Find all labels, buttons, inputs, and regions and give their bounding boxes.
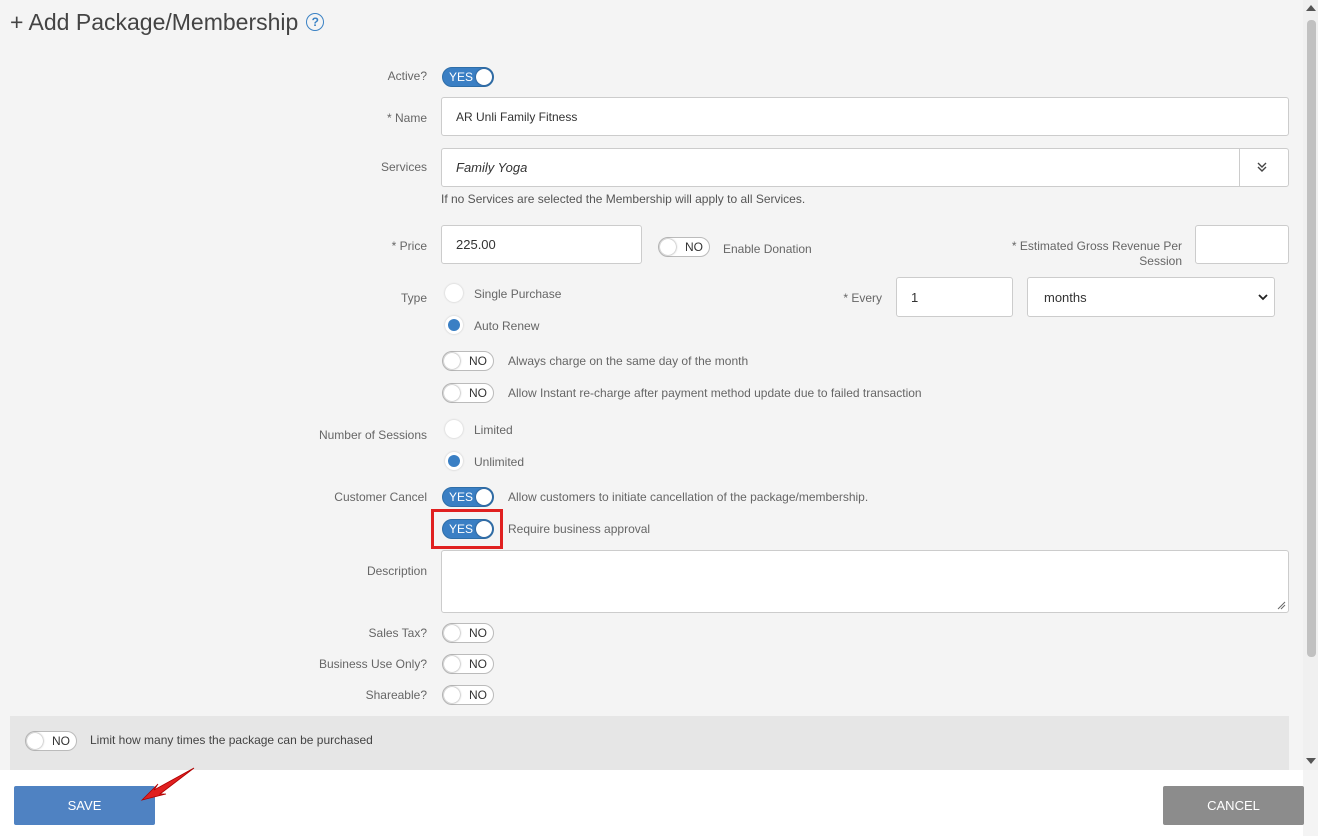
type-label: Type (400, 291, 427, 305)
instant-recharge-toggle-state: NO (469, 386, 487, 400)
shareable-toggle[interactable]: NO (442, 685, 494, 705)
page-title-text: + Add Package/Membership (10, 9, 299, 35)
active-toggle-state: YES (449, 70, 474, 84)
name-label: * Name (386, 111, 427, 125)
limit-toggle[interactable]: NO (25, 731, 77, 751)
every-input[interactable]: 1 (896, 277, 1013, 317)
business-use-label: Business Use Only? (318, 657, 427, 671)
toggle-knob (444, 625, 460, 641)
sales-tax-label: Sales Tax? (368, 626, 427, 640)
revenue-input[interactable] (1195, 225, 1289, 264)
active-toggle[interactable]: YES (442, 67, 494, 87)
scrollbar-thumb[interactable] (1307, 20, 1316, 657)
toggle-knob (444, 353, 460, 369)
save-button[interactable]: SAVE (14, 786, 155, 825)
help-circle-icon[interactable]: ? (306, 12, 325, 31)
donation-toggle[interactable]: NO (658, 237, 710, 257)
toggle-knob (27, 733, 43, 749)
period-select[interactable]: months (1027, 277, 1275, 317)
customer-cancel-text: Allow customers to initiate cancellation… (508, 490, 869, 504)
auto-renew-label: Auto Renew (474, 319, 540, 333)
single-purchase-label: Single Purchase (474, 287, 562, 301)
double-chevron-down-icon[interactable] (1255, 160, 1269, 174)
unlimited-label: Unlimited (474, 455, 525, 469)
toggle-knob (444, 687, 460, 703)
limit-label: Limit how many times the package can be … (90, 733, 373, 747)
business-use-toggle-state: NO (469, 657, 487, 671)
donation-label: Enable Donation (723, 242, 812, 256)
radio-limited[interactable] (445, 420, 463, 438)
description-textarea[interactable] (441, 550, 1289, 613)
revenue-label: * Estimated Gross Revenue Per Session (1011, 239, 1182, 268)
page-title: + Add Package/Membership ? (10, 9, 325, 36)
scroll-up-icon[interactable] (1305, 3, 1317, 13)
same-day-toggle-state: NO (469, 354, 487, 368)
shareable-toggle-state: NO (469, 688, 487, 702)
services-select[interactable]: Family Yoga (441, 148, 1289, 187)
name-input[interactable]: AR Unli Family Fitness (441, 97, 1289, 136)
customer-cancel-label: Customer Cancel (334, 490, 427, 504)
every-label: * Every (843, 291, 882, 305)
radio-auto-renew[interactable] (445, 316, 463, 334)
sessions-label: Number of Sessions (318, 428, 427, 442)
instant-recharge-toggle[interactable]: NO (442, 383, 494, 403)
approval-text: Require business approval (508, 522, 651, 536)
description-label: Description (366, 564, 427, 578)
annotation-arrow-icon (140, 767, 195, 801)
price-input[interactable]: 225.00 (441, 225, 642, 264)
limited-label: Limited (474, 423, 513, 437)
toggle-knob (444, 656, 460, 672)
services-help: If no Services are selected the Membersh… (441, 192, 806, 206)
toggle-knob (476, 69, 492, 85)
customer-cancel-toggle-state: YES (449, 490, 474, 504)
services-divider (1239, 149, 1240, 186)
services-label: Services (380, 160, 427, 174)
instant-recharge-label: Allow Instant re-charge after payment me… (508, 386, 922, 400)
shareable-label: Shareable? (365, 688, 427, 702)
same-day-toggle[interactable]: NO (442, 351, 494, 371)
price-label: * Price (391, 239, 427, 253)
sales-tax-toggle[interactable]: NO (442, 623, 494, 643)
scroll-down-icon[interactable] (1305, 756, 1317, 766)
resize-handle-icon[interactable] (1276, 600, 1286, 610)
toggle-knob (476, 521, 492, 537)
limit-toggle-state: NO (52, 734, 70, 748)
same-day-label: Always charge on the same day of the mon… (508, 354, 749, 368)
approval-toggle-state: YES (449, 522, 474, 536)
business-use-toggle[interactable]: NO (442, 654, 494, 674)
donation-toggle-state: NO (685, 240, 703, 254)
toggle-knob (476, 489, 492, 505)
customer-cancel-toggle[interactable]: YES (442, 487, 494, 507)
approval-toggle[interactable]: YES (442, 519, 494, 539)
active-label: Active? (387, 69, 427, 83)
services-value: Family Yoga (456, 160, 528, 175)
toggle-knob (660, 239, 676, 255)
period-value: months (1044, 289, 1087, 305)
cancel-button[interactable]: CANCEL (1163, 786, 1304, 825)
radio-single-purchase[interactable] (445, 284, 463, 302)
chevron-down-icon (1258, 294, 1268, 301)
radio-unlimited[interactable] (445, 452, 463, 470)
toggle-knob (444, 385, 460, 401)
sales-tax-toggle-state: NO (469, 626, 487, 640)
